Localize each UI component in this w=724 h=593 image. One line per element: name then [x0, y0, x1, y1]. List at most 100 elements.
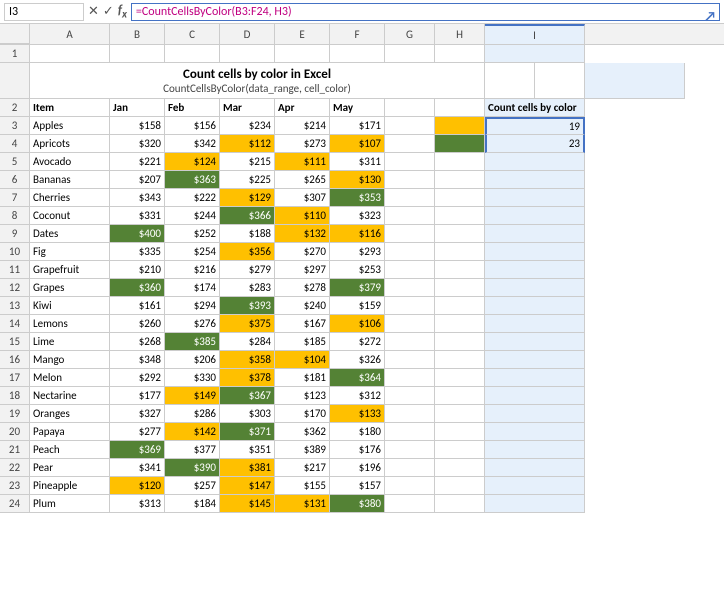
cell-c6[interactable]: $363 — [165, 171, 220, 189]
cell-e18[interactable]: $123 — [275, 387, 330, 405]
cell-a10[interactable]: Fig — [30, 243, 110, 261]
cell-i6[interactable] — [485, 171, 585, 189]
cell-i14[interactable] — [485, 315, 585, 333]
cell-b12[interactable]: $360 — [110, 279, 165, 297]
cell-f19[interactable]: $133 — [330, 405, 385, 423]
cell-g23[interactable] — [385, 477, 435, 495]
cell-f18[interactable]: $312 — [330, 387, 385, 405]
cell-h-title[interactable] — [535, 63, 585, 99]
cell-g1[interactable] — [385, 45, 435, 63]
cell-e22[interactable]: $217 — [275, 459, 330, 477]
cell-d5[interactable]: $215 — [220, 153, 275, 171]
cell-h15[interactable] — [435, 333, 485, 351]
cell-b14[interactable]: $260 — [110, 315, 165, 333]
cell-e23[interactable]: $155 — [275, 477, 330, 495]
cell-g18[interactable] — [385, 387, 435, 405]
cell-f6[interactable]: $130 — [330, 171, 385, 189]
cell-b3[interactable]: $158 — [110, 117, 165, 135]
cell-c2[interactable]: Feb — [165, 99, 220, 117]
cell-c14[interactable]: $276 — [165, 315, 220, 333]
cell-a5[interactable]: Avocado — [30, 153, 110, 171]
cell-e9[interactable]: $132 — [275, 225, 330, 243]
cell-g10[interactable] — [385, 243, 435, 261]
cell-d12[interactable]: $283 — [220, 279, 275, 297]
cell-d13[interactable]: $393 — [220, 297, 275, 315]
cell-a14[interactable]: Lemons — [30, 315, 110, 333]
cell-c9[interactable]: $252 — [165, 225, 220, 243]
cell-i19[interactable] — [485, 405, 585, 423]
cell-c10[interactable]: $254 — [165, 243, 220, 261]
cell-g8[interactable] — [385, 207, 435, 225]
cell-d11[interactable]: $279 — [220, 261, 275, 279]
cell-h24[interactable] — [435, 495, 485, 513]
cell-e24[interactable]: $131 — [275, 495, 330, 513]
cell-e3[interactable]: $214 — [275, 117, 330, 135]
cell-e12[interactable]: $278 — [275, 279, 330, 297]
cell-e11[interactable]: $297 — [275, 261, 330, 279]
cell-f5[interactable]: $311 — [330, 153, 385, 171]
cell-c7[interactable]: $222 — [165, 189, 220, 207]
cell-c17[interactable]: $330 — [165, 369, 220, 387]
cell-h1[interactable] — [435, 45, 485, 63]
cell-b20[interactable]: $277 — [110, 423, 165, 441]
cell-b1[interactable] — [110, 45, 165, 63]
cell-f11[interactable]: $253 — [330, 261, 385, 279]
cell-g15[interactable] — [385, 333, 435, 351]
cell-c4[interactable]: $342 — [165, 135, 220, 153]
cell-i21[interactable] — [485, 441, 585, 459]
cell-g12[interactable] — [385, 279, 435, 297]
cell-c5[interactable]: $124 — [165, 153, 220, 171]
cell-d18[interactable]: $367 — [220, 387, 275, 405]
cell-d17[interactable]: $378 — [220, 369, 275, 387]
cell-h12[interactable] — [435, 279, 485, 297]
formula-input[interactable]: =CountCellsByColor(B3:F24, H3) — [131, 3, 720, 21]
cell-f14[interactable]: $106 — [330, 315, 385, 333]
cell-c8[interactable]: $244 — [165, 207, 220, 225]
cell-a1[interactable] — [30, 45, 110, 63]
cell-d8[interactable]: $366 — [220, 207, 275, 225]
cell-a12[interactable]: Grapes — [30, 279, 110, 297]
cell-g7[interactable] — [385, 189, 435, 207]
cell-c19[interactable]: $286 — [165, 405, 220, 423]
cell-d4[interactable]: $112 — [220, 135, 275, 153]
cell-a17[interactable]: Melon — [30, 369, 110, 387]
cell-e14[interactable]: $167 — [275, 315, 330, 333]
cell-e19[interactable]: $170 — [275, 405, 330, 423]
cell-a23[interactable]: Pineapple — [30, 477, 110, 495]
cell-d20[interactable]: $371 — [220, 423, 275, 441]
cell-f13[interactable]: $159 — [330, 297, 385, 315]
cell-g4[interactable] — [385, 135, 435, 153]
cell-c18[interactable]: $149 — [165, 387, 220, 405]
cell-a20[interactable]: Papaya — [30, 423, 110, 441]
cell-f1[interactable] — [330, 45, 385, 63]
cell-b17[interactable]: $292 — [110, 369, 165, 387]
cell-f24[interactable]: $380 — [330, 495, 385, 513]
cell-h11[interactable] — [435, 261, 485, 279]
cell-b8[interactable]: $331 — [110, 207, 165, 225]
cell-d14[interactable]: $375 — [220, 315, 275, 333]
cell-c20[interactable]: $142 — [165, 423, 220, 441]
cell-i4[interactable]: 23 — [485, 135, 585, 153]
cell-e10[interactable]: $270 — [275, 243, 330, 261]
cell-h18[interactable] — [435, 387, 485, 405]
cell-b11[interactable]: $210 — [110, 261, 165, 279]
cell-d10[interactable]: $356 — [220, 243, 275, 261]
cell-b13[interactable]: $161 — [110, 297, 165, 315]
cell-d16[interactable]: $358 — [220, 351, 275, 369]
cell-i5[interactable] — [485, 153, 585, 171]
cell-d21[interactable]: $351 — [220, 441, 275, 459]
cell-f8[interactable]: $323 — [330, 207, 385, 225]
cell-g5[interactable] — [385, 153, 435, 171]
cell-b4[interactable]: $320 — [110, 135, 165, 153]
cell-f3[interactable]: $171 — [330, 117, 385, 135]
cell-i15[interactable] — [485, 333, 585, 351]
cell-i13[interactable] — [485, 297, 585, 315]
cell-h2[interactable] — [435, 99, 485, 117]
cell-b6[interactable]: $207 — [110, 171, 165, 189]
cell-i11[interactable] — [485, 261, 585, 279]
cell-i10[interactable] — [485, 243, 585, 261]
cell-h4[interactable] — [435, 135, 485, 153]
cell-f4[interactable]: $107 — [330, 135, 385, 153]
cell-b10[interactable]: $335 — [110, 243, 165, 261]
cell-i9[interactable] — [485, 225, 585, 243]
